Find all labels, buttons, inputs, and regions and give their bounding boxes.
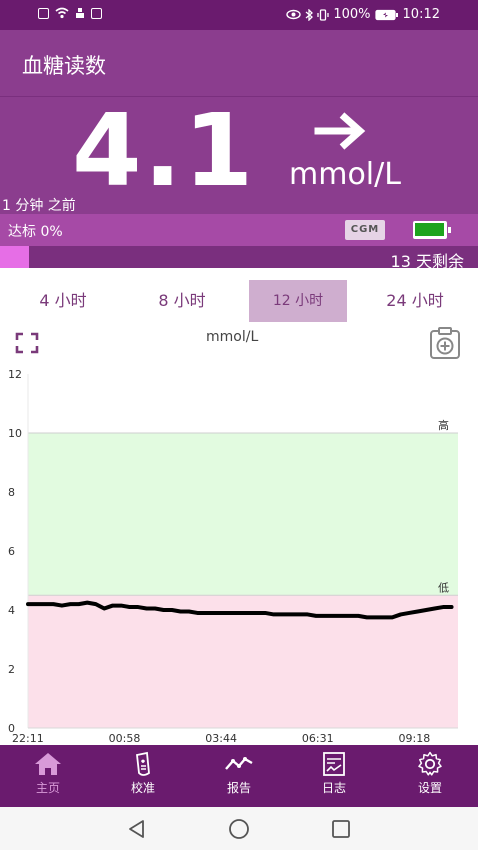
nav-home[interactable]: 主页 [18,751,78,796]
y-tick-label: 4 [8,604,15,617]
add-log-clipboard-icon[interactable] [428,326,462,360]
log-icon [323,752,345,776]
home-icon [35,753,61,775]
phone-battery-icon [374,9,398,20]
glucose-reading-panel: 4.1 mmol/L 1 分钟 之前 [0,92,478,215]
y-tick-label: 10 [8,427,22,440]
tab-4h[interactable]: 4 小时 [0,280,126,322]
app-bar: 血糖读数 [0,30,478,96]
steady-arrow-icon [314,112,366,150]
notification-icon [38,7,49,19]
nav-log-label: 日志 [321,781,346,795]
usb-icon [76,8,84,18]
nav-log[interactable]: 日志 [304,751,364,796]
tab-8h[interactable]: 8 小时 [119,280,245,322]
fullscreen-icon[interactable] [14,331,40,355]
tab-24h[interactable]: 24 小时 [352,280,478,322]
nav-calibrate-label: 校准 [130,781,155,795]
time-range-tabs: 4 小时 8 小时 12 小时 24 小时 [0,280,478,322]
report-icon [225,757,253,770]
sensor-battery-icon [413,221,451,239]
nav-home-label: 主页 [35,781,60,795]
status-row: 达标 0% CGM [0,214,478,246]
nav-report[interactable]: 报告 [209,751,269,796]
tab-12h[interactable]: 12 小时 [249,280,347,322]
nav-calibrate[interactable]: 校准 [113,751,173,796]
glucose-chart[interactable]: 02468101222:11 00:58 03:44 06:31 09:18高低 [0,360,478,745]
recents-icon[interactable] [331,819,351,839]
days-remaining: 13 天剩余 [390,252,464,271]
battery-nub [448,227,451,233]
system-navigation-bar [0,807,478,850]
glucose-unit: mmol/L [289,157,401,192]
calibrate-icon [136,751,150,776]
x-tick-label: 22:11 [12,732,44,745]
clock: 10:12 [402,7,440,22]
status-icons-left [38,7,102,19]
target-range-band [28,433,458,596]
gear-icon [418,751,442,776]
nav-settings-label: 设置 [417,781,442,795]
y-tick-label: 12 [8,368,22,381]
cgm-badge[interactable]: CGM [345,220,385,240]
high-threshold-label: 高 [438,418,449,432]
chart-unit-label: mmol/L [206,329,259,345]
bluetooth-icon [305,8,314,21]
wifi-icon [55,7,69,19]
low-threshold-label: 低 [438,581,449,594]
glucose-value: 4.1 [72,92,256,209]
x-tick-label: 09:18 [399,732,431,745]
y-tick-label: 6 [8,545,15,558]
x-tick-label: 00:58 [109,732,141,745]
status-icons-right: 100% 10:12 [286,7,440,22]
sensor-life-progress [0,246,29,268]
reading-age: 1 分钟 之前 [2,198,76,214]
vibrate-icon [317,8,330,21]
battery-percent: 100% [333,7,371,22]
status-bar: 100% 10:12 [0,0,478,30]
sensor-battery-fill [415,223,444,236]
in-range-label: 达标 0% [8,224,63,240]
x-tick-label: 06:31 [302,732,334,745]
sensor-life-bar: 13 天剩余 [0,246,478,271]
eye-icon [286,9,302,20]
x-tick-label: 03:44 [205,732,237,745]
nav-settings[interactable]: 设置 [400,751,460,796]
nav-report-label: 报告 [226,781,251,795]
y-tick-label: 2 [8,663,15,676]
app-icon [91,7,102,19]
back-icon[interactable] [127,819,147,839]
y-tick-label: 8 [8,486,15,499]
bottom-nav: 主页 校准 报告 日志 设置 [0,745,478,807]
page-title: 血糖读数 [22,54,106,78]
home-circle-icon[interactable] [228,818,250,840]
